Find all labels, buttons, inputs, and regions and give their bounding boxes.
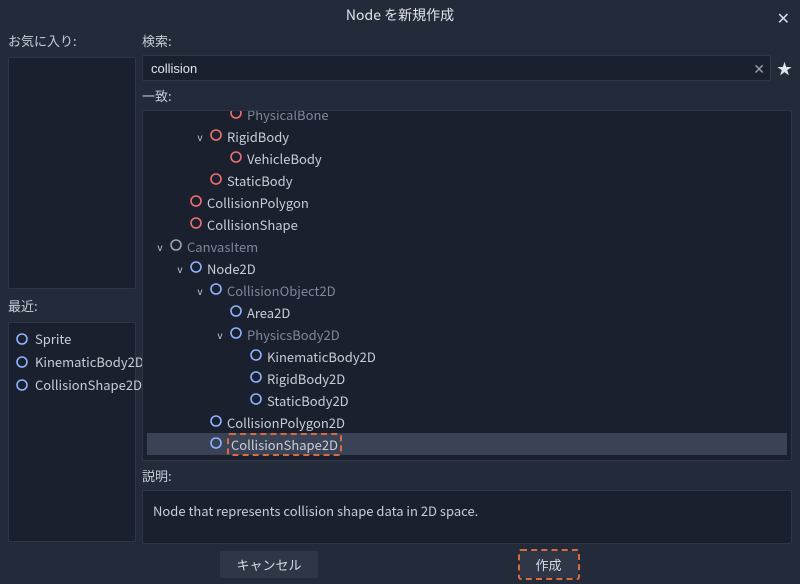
- tree-row-label: PhysicsBody2D: [247, 325, 340, 344]
- description-label: 説明:: [142, 465, 792, 486]
- node-icon: [249, 369, 263, 388]
- search-label: 検索:: [142, 30, 792, 51]
- tree-row-label: VehicleBody: [247, 149, 322, 168]
- button-bar: キャンセル 作成: [0, 544, 800, 584]
- tree-row[interactable]: VehicleBody: [147, 147, 787, 169]
- node-icon: [209, 281, 223, 300]
- tree-row[interactable]: CollisionPolygon: [147, 191, 787, 213]
- tree-row-label: PhysicalBone: [247, 110, 329, 124]
- recent-item-label: Sprite: [35, 329, 71, 348]
- expander-icon[interactable]: v: [155, 239, 165, 254]
- tree-row-label: Area2D: [247, 303, 290, 322]
- node-icon: [229, 110, 243, 124]
- node-icon: [249, 347, 263, 366]
- node-icon: [209, 435, 223, 454]
- tree-row-label: StaticBody: [227, 171, 292, 190]
- recent-item-label: CollisionShape2D: [35, 375, 142, 394]
- tree-row[interactable]: Area2D: [147, 301, 787, 323]
- node-icon: [169, 237, 183, 256]
- node-icon: [229, 303, 243, 322]
- recent-label: 最近:: [8, 295, 136, 316]
- tree-row-label: Node2D: [207, 259, 256, 278]
- tree-row-label: CanvasItem: [187, 237, 258, 256]
- titlebar: Node を新規作成 ✕: [0, 0, 800, 30]
- tree-row[interactable]: CollisionShape: [147, 213, 787, 235]
- tree-row-label: KinematicBody2D: [267, 347, 376, 366]
- tree-row[interactable]: v PhysicsBody2D: [147, 323, 787, 345]
- tree-row-label: StaticBody2D: [267, 391, 349, 410]
- tree-row-label: RigidBody: [227, 127, 289, 146]
- tree-row-label: RigidBody2D: [267, 369, 345, 388]
- tree-row[interactable]: CollisionShape2D: [147, 433, 787, 455]
- tree-row[interactable]: PhysicalBone: [147, 110, 787, 125]
- node-icon: [209, 413, 223, 432]
- node-icon: [209, 127, 223, 146]
- search-input[interactable]: [142, 55, 771, 81]
- node-icon: [249, 391, 263, 410]
- recent-item[interactable]: KinematicBody2D: [13, 350, 131, 373]
- expander-icon[interactable]: v: [215, 327, 225, 342]
- dialog-title: Node を新規作成: [346, 5, 454, 25]
- create-button[interactable]: 作成: [520, 551, 578, 578]
- recent-item[interactable]: CollisionShape2D: [13, 373, 131, 396]
- node-icon: [229, 149, 243, 168]
- tree-row-label: CollisionShape: [207, 215, 298, 234]
- tree-row[interactable]: v CanvasItem: [147, 235, 787, 257]
- tree-row-label: CollisionShape2D: [231, 435, 338, 454]
- tree-row[interactable]: RigidBody2D: [147, 367, 787, 389]
- matches-label: 一致:: [142, 85, 792, 106]
- expander-icon[interactable]: v: [175, 261, 185, 276]
- node-icon: [189, 215, 203, 234]
- tree-row[interactable]: v RigidBody: [147, 125, 787, 147]
- favorites-label: お気に入り:: [8, 30, 136, 51]
- node-icon: [189, 193, 203, 212]
- tree-row-label: CollisionObject2D: [227, 281, 336, 300]
- description-panel: Node that represents collision shape dat…: [142, 490, 792, 544]
- node-icon: [189, 259, 203, 278]
- tree-row[interactable]: KinematicBody2D: [147, 345, 787, 367]
- tree-row-label: CollisionPolygon2D: [227, 413, 345, 432]
- expander-icon[interactable]: v: [195, 129, 205, 144]
- tree-row[interactable]: CollisionPolygon2D: [147, 411, 787, 433]
- tree-row[interactable]: StaticBody2D: [147, 389, 787, 411]
- tree-row[interactable]: v Node2D: [147, 257, 787, 279]
- recent-item[interactable]: Sprite: [13, 327, 131, 350]
- clear-icon[interactable]: ✕: [753, 59, 765, 79]
- description-text: Node that represents collision shape dat…: [153, 501, 478, 520]
- cancel-button[interactable]: キャンセル: [220, 551, 317, 578]
- favorites-panel: [8, 57, 136, 289]
- recent-item-label: KinematicBody2D: [35, 352, 144, 371]
- matches-tree: PhysicalBone v RigidBody VehicleBody StaticB…: [142, 110, 792, 461]
- tree-row-label: CollisionPolygon: [207, 193, 309, 212]
- close-icon[interactable]: ✕: [777, 5, 790, 29]
- recent-panel: Sprite KinematicBody2DCollisionShape2D: [8, 322, 136, 542]
- expander-icon[interactable]: v: [195, 283, 205, 298]
- tree-row[interactable]: StaticBody: [147, 169, 787, 191]
- favorite-star-icon[interactable]: ★: [777, 58, 792, 79]
- node-icon: [229, 325, 243, 344]
- tree-row[interactable]: v CollisionObject2D: [147, 279, 787, 301]
- node-icon: [209, 171, 223, 190]
